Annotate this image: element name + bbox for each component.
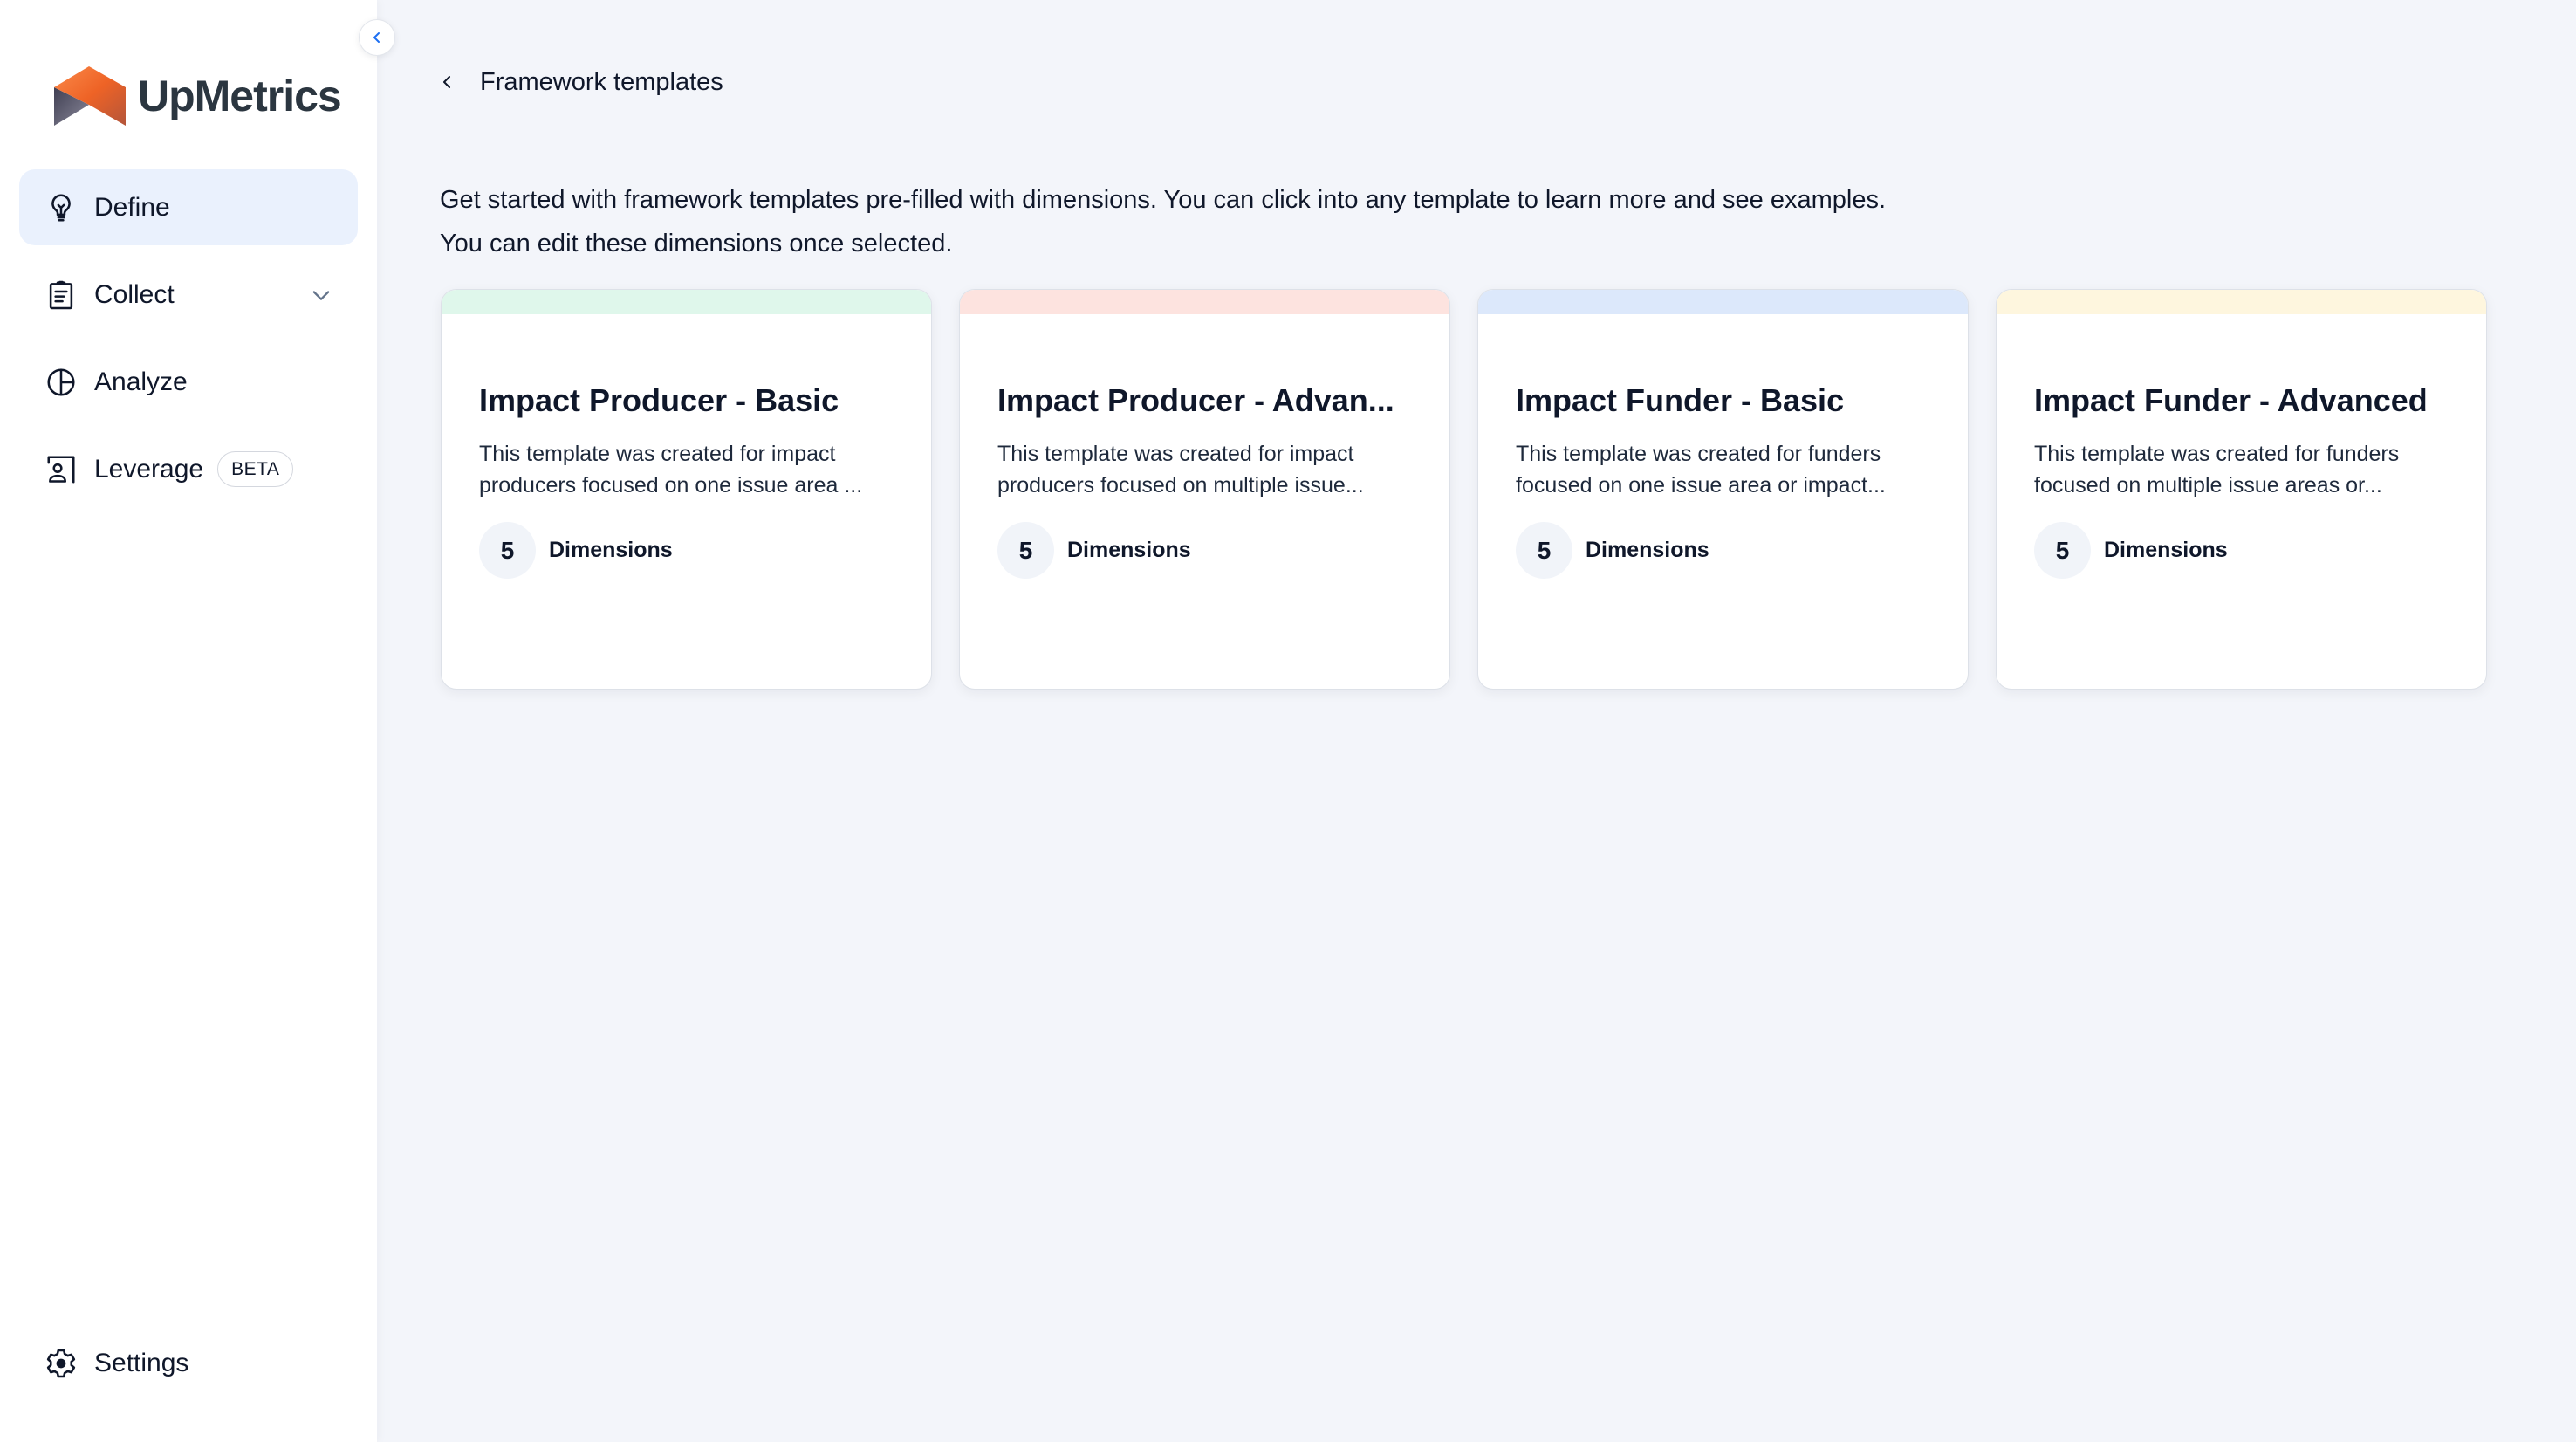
logo[interactable]: UpMetrics	[54, 66, 342, 126]
dimensions-label: Dimensions	[2104, 538, 2228, 562]
sidebar-item-label: Leverage	[94, 454, 204, 484]
sidebar-item-leverage[interactable]: Leverage BETA	[19, 431, 358, 507]
card-description: This template was created for funders fo…	[2034, 442, 2400, 498]
card-accent-strip	[1478, 290, 1968, 314]
gear-icon	[44, 1346, 79, 1381]
intro-text: Get started with framework templates pre…	[440, 178, 2447, 265]
sidebar-item-settings[interactable]: Settings	[19, 1325, 358, 1401]
back-button[interactable]	[436, 72, 457, 93]
sidebar-item-label: Collect	[94, 279, 175, 309]
sidebar-item-label: Define	[94, 192, 170, 222]
template-card-list: Impact Producer - Basic This template wa…	[441, 289, 2487, 690]
template-card[interactable]: Impact Funder - Advanced This template w…	[1996, 289, 2487, 690]
intro-line-1: Get started with framework templates pre…	[440, 186, 1887, 214]
card-accent-strip	[960, 290, 1449, 314]
card-accent-strip	[442, 290, 931, 314]
sidebar: UpMetrics Define Collect Analyze Leverag…	[0, 0, 377, 1442]
dimensions-count: 5	[479, 522, 536, 579]
intro-line-2: You can edit these dimensions once selec…	[440, 230, 953, 258]
card-title: Impact Producer - Advan...	[997, 382, 1394, 418]
card-description: This template was created for impact pro…	[997, 442, 1364, 498]
dimensions-count: 5	[1516, 522, 1572, 579]
dimensions-summary: 5 Dimensions	[2034, 522, 2228, 579]
card-title: Impact Funder - Basic	[1516, 382, 1845, 418]
card-description: This template was created for funders fo…	[1516, 442, 1886, 498]
lightbulb-icon	[44, 190, 79, 225]
card-title: Impact Producer - Basic	[479, 382, 839, 418]
page-header: Framework templates	[436, 63, 723, 101]
dimensions-label: Dimensions	[1067, 538, 1191, 562]
dimensions-summary: 5 Dimensions	[479, 522, 673, 579]
chevron-left-icon	[443, 76, 450, 88]
template-card[interactable]: Impact Funder - Basic This template was …	[1477, 289, 1969, 690]
card-accent-strip	[1997, 290, 2486, 314]
dimensions-summary: 5 Dimensions	[997, 522, 1191, 579]
dimensions-count: 5	[997, 522, 1054, 579]
dimensions-summary: 5 Dimensions	[1516, 522, 1709, 579]
dimensions-count: 5	[2034, 522, 2091, 579]
template-card[interactable]: Impact Producer - Advan... This template…	[959, 289, 1450, 690]
clipboard-icon	[44, 278, 79, 312]
dimensions-label: Dimensions	[1586, 538, 1709, 562]
user-card-icon	[44, 452, 79, 487]
brand-name: UpMetrics	[138, 72, 342, 120]
beta-badge: BETA	[217, 451, 294, 487]
collapse-sidebar-button[interactable]	[359, 19, 395, 56]
sidebar-item-define[interactable]: Define	[19, 169, 358, 245]
card-description: This template was created for impact pro…	[479, 442, 863, 498]
page-title: Framework templates	[480, 67, 723, 96]
template-card[interactable]: Impact Producer - Basic This template wa…	[441, 289, 932, 690]
sidebar-item-label: Analyze	[94, 367, 188, 396]
chevron-left-icon	[373, 32, 380, 43]
chevron-down-icon[interactable]	[309, 283, 333, 307]
sidebar-item-collect[interactable]: Collect	[19, 257, 358, 333]
dimensions-label: Dimensions	[549, 538, 673, 562]
pie-chart-icon	[44, 365, 79, 400]
sidebar-item-label: Settings	[94, 1348, 189, 1377]
sidebar-item-analyze[interactable]: Analyze	[19, 344, 358, 420]
card-title: Impact Funder - Advanced	[2034, 382, 2428, 418]
upmetrics-logo-icon	[54, 66, 126, 126]
